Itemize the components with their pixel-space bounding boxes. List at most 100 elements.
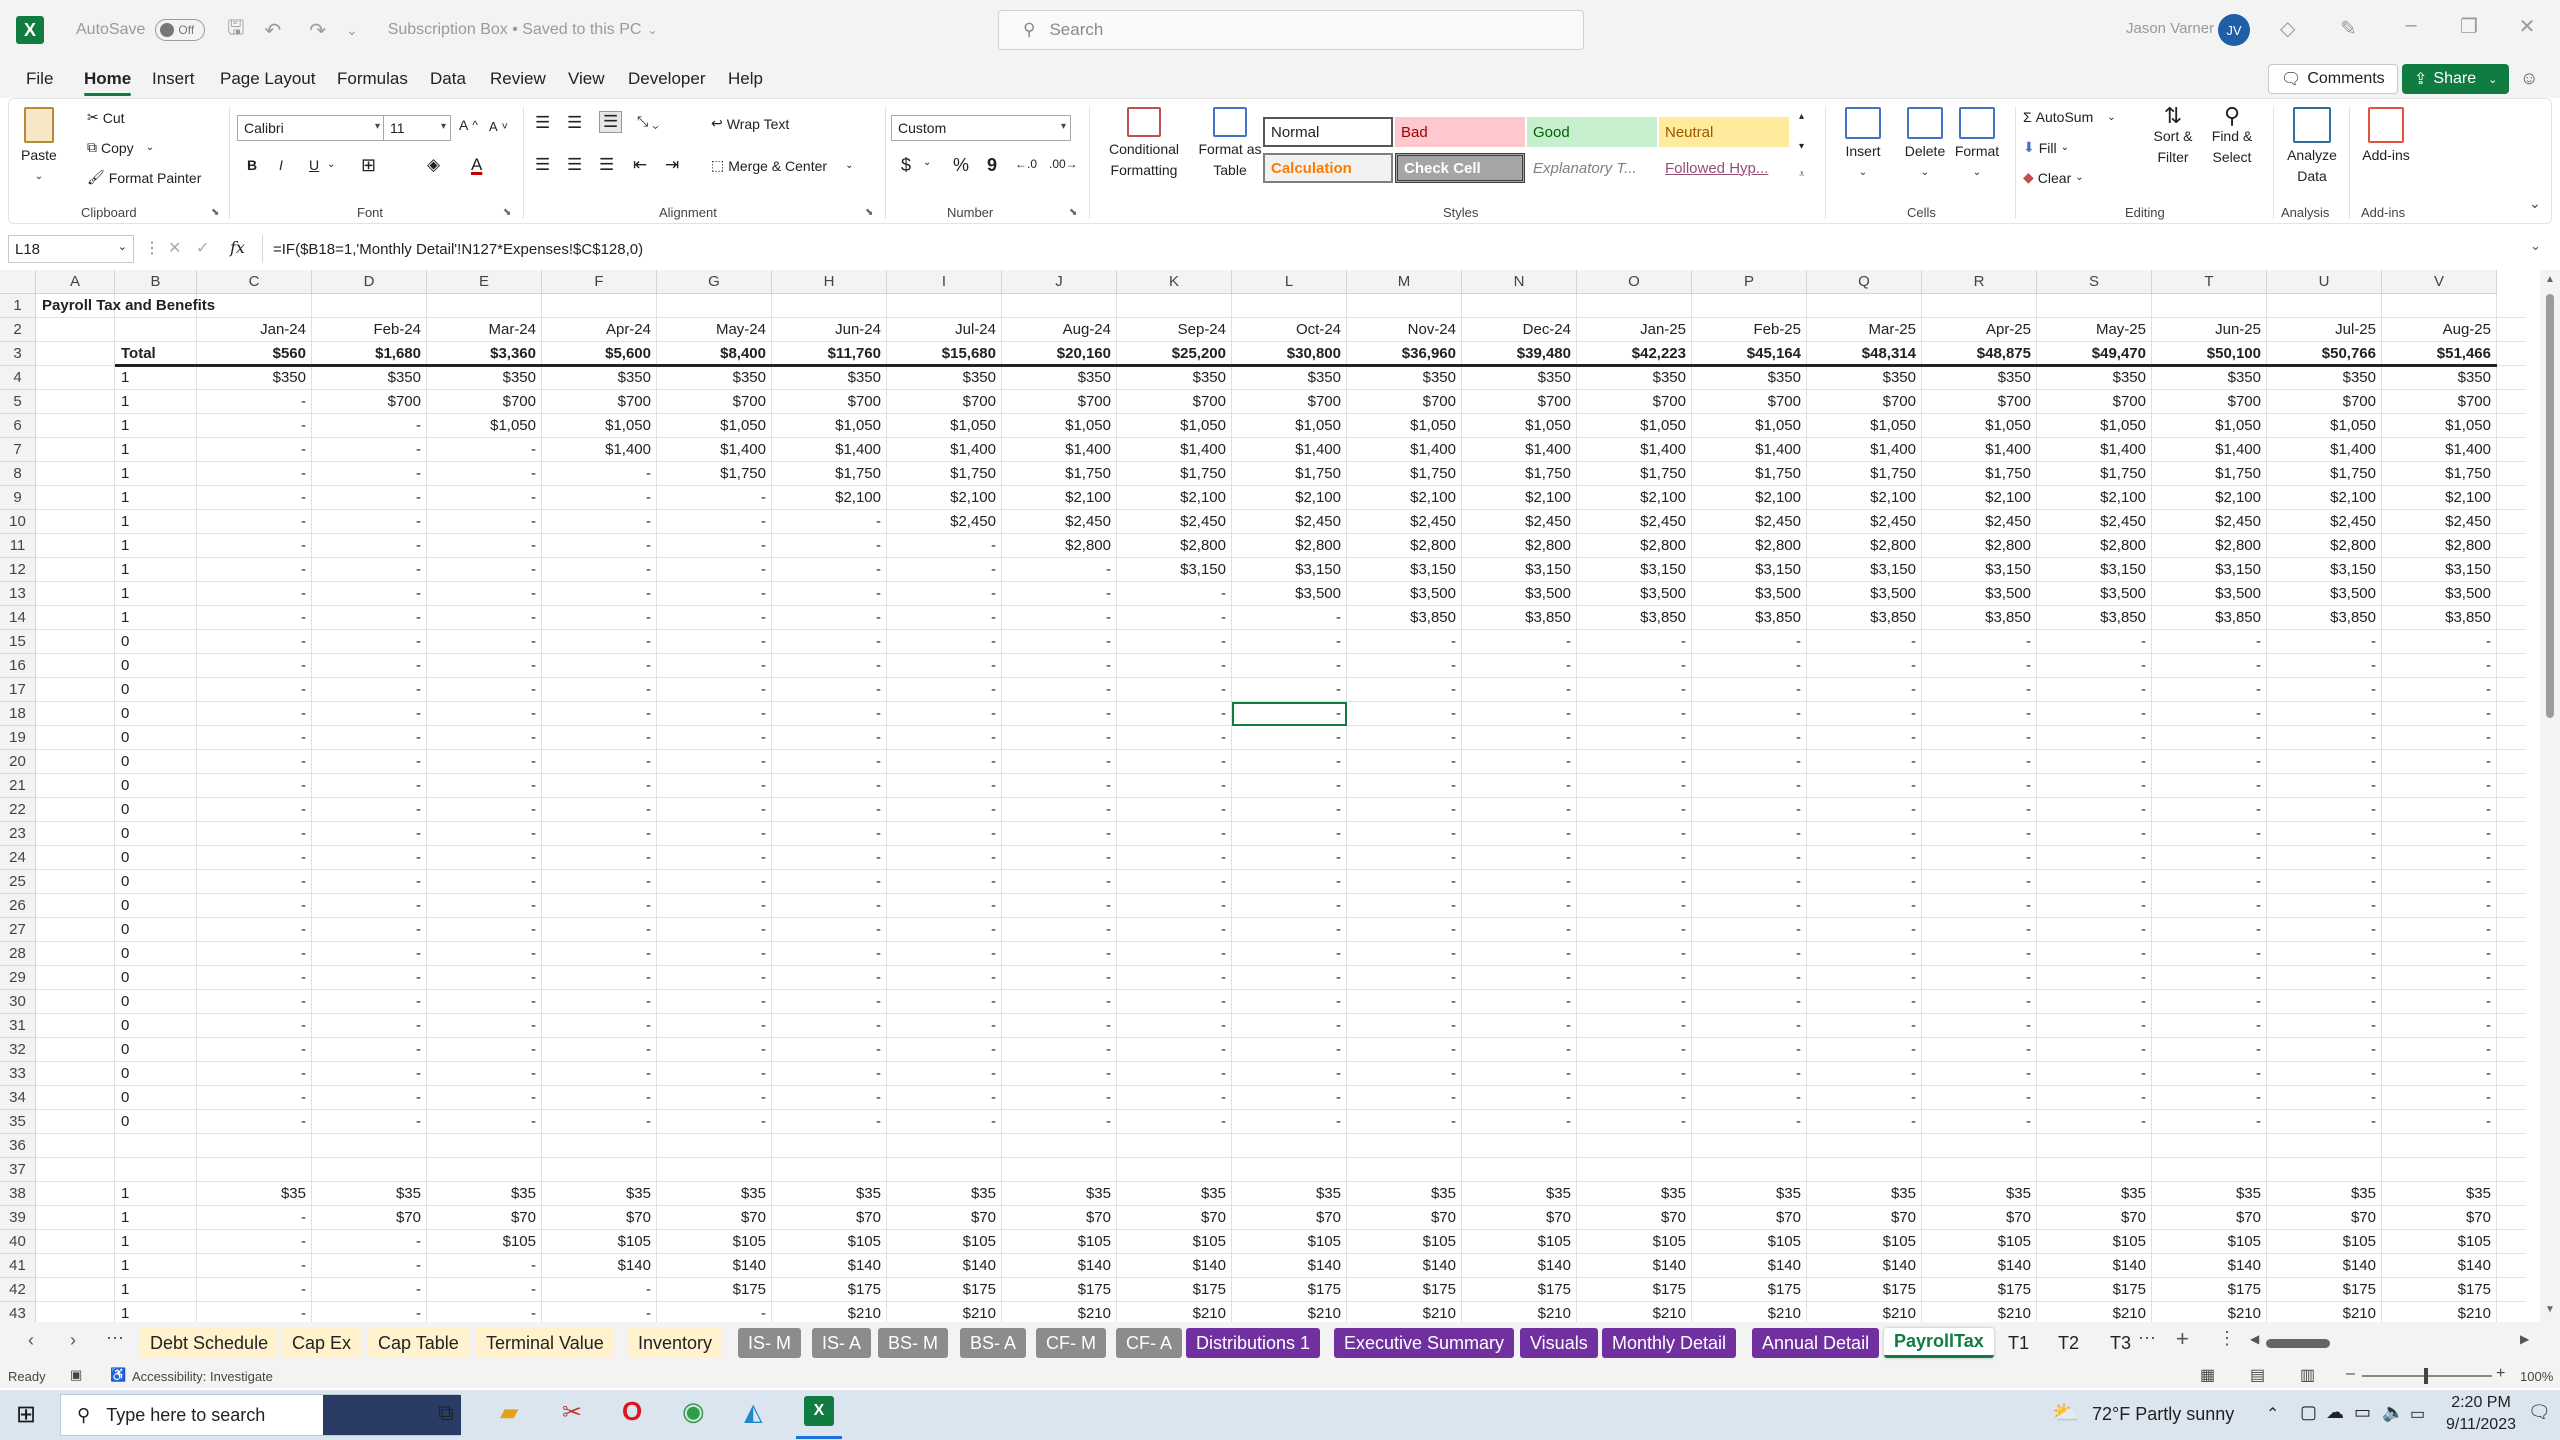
avatar[interactable]: JV <box>2218 14 2250 46</box>
cell-g3[interactable]: $8,400 <box>657 342 772 366</box>
number-format-select[interactable]: Custom ▾ <box>891 115 1071 141</box>
cell-d41[interactable]: - <box>312 1254 427 1278</box>
cell-f20[interactable]: - <box>542 750 657 774</box>
cell-h16[interactable]: - <box>772 654 887 678</box>
cell-h31[interactable]: - <box>772 1014 887 1038</box>
redo-icon[interactable]: ↷ <box>309 18 326 43</box>
cell-d24[interactable]: - <box>312 846 427 870</box>
column-header-b[interactable]: B <box>115 270 197 294</box>
cell-e28[interactable]: - <box>427 942 542 966</box>
cell-o2[interactable]: Jan-25 <box>1577 318 1692 342</box>
cell-g4[interactable]: $350 <box>657 366 772 390</box>
cell-i13[interactable]: - <box>887 582 1002 606</box>
cell-g41[interactable]: $140 <box>657 1254 772 1278</box>
cell-f11[interactable]: - <box>542 534 657 558</box>
cell-f6[interactable]: $1,050 <box>542 414 657 438</box>
cell-u10[interactable]: $2,450 <box>2267 510 2382 534</box>
cell-style-check-cell[interactable]: Check Cell <box>1395 153 1525 183</box>
cell-o6[interactable]: $1,050 <box>1577 414 1692 438</box>
cell-e8[interactable]: - <box>427 462 542 486</box>
cell-l24[interactable]: - <box>1232 846 1347 870</box>
cell-k5[interactable]: $700 <box>1117 390 1232 414</box>
cell-b13[interactable]: 1 <box>115 582 197 606</box>
cell-o27[interactable]: - <box>1577 918 1692 942</box>
cell-f5[interactable]: $700 <box>542 390 657 414</box>
cell-i17[interactable]: - <box>887 678 1002 702</box>
cell-b21[interactable]: 0 <box>115 774 197 798</box>
cell-i30[interactable]: - <box>887 990 1002 1014</box>
cell-m28[interactable]: - <box>1347 942 1462 966</box>
cell-n40[interactable]: $105 <box>1462 1230 1577 1254</box>
cell-f42[interactable]: - <box>542 1278 657 1302</box>
column-header-q[interactable]: Q <box>1807 270 1922 294</box>
chevron-down-icon[interactable]: ⌄ <box>118 240 127 253</box>
cell-r15[interactable]: - <box>1922 630 2037 654</box>
cell-k8[interactable]: $1,750 <box>1117 462 1232 486</box>
row-header[interactable]: 18 <box>0 702 36 726</box>
cell-n25[interactable]: - <box>1462 870 1577 894</box>
cell-r23[interactable]: - <box>1922 822 2037 846</box>
cell-b28[interactable]: 0 <box>115 942 197 966</box>
row-header[interactable]: 32 <box>0 1038 36 1062</box>
cell-q4[interactable]: $350 <box>1807 366 1922 390</box>
cell-k25[interactable]: - <box>1117 870 1232 894</box>
cell-m6[interactable]: $1,050 <box>1347 414 1462 438</box>
cell-c13[interactable]: - <box>197 582 312 606</box>
cell-o17[interactable]: - <box>1577 678 1692 702</box>
cell-q26[interactable]: - <box>1807 894 1922 918</box>
cell-h9[interactable]: $2,100 <box>772 486 887 510</box>
cell-c20[interactable]: - <box>197 750 312 774</box>
cell-h5[interactable]: $700 <box>772 390 887 414</box>
cell-c8[interactable]: - <box>197 462 312 486</box>
cell-i16[interactable]: - <box>887 654 1002 678</box>
cell-p3[interactable]: $45,164 <box>1692 342 1807 366</box>
cell-s40[interactable]: $105 <box>2037 1230 2152 1254</box>
undo-icon[interactable]: ↶ <box>264 18 281 43</box>
cell-q35[interactable]: - <box>1807 1110 1922 1134</box>
cell-d12[interactable]: - <box>312 558 427 582</box>
cell-j26[interactable]: - <box>1002 894 1117 918</box>
cell-v15[interactable]: - <box>2382 630 2497 654</box>
dialog-launcher-icon[interactable]: ⬊ <box>503 207 511 218</box>
row-header[interactable]: 40 <box>0 1230 36 1254</box>
cell-l33[interactable]: - <box>1232 1062 1347 1086</box>
cell-h25[interactable]: - <box>772 870 887 894</box>
cell-e3[interactable]: $3,360 <box>427 342 542 366</box>
gallery-down-icon[interactable]: ▾ <box>1799 141 1804 152</box>
cell-m16[interactable]: - <box>1347 654 1462 678</box>
cell-f21[interactable]: - <box>542 774 657 798</box>
cell-u8[interactable]: $1,750 <box>2267 462 2382 486</box>
cell-p27[interactable]: - <box>1692 918 1807 942</box>
cell-e4[interactable]: $350 <box>427 366 542 390</box>
cell-v16[interactable]: - <box>2382 654 2497 678</box>
cell-n6[interactable]: $1,050 <box>1462 414 1577 438</box>
cell-i21[interactable]: - <box>887 774 1002 798</box>
cell-g17[interactable]: - <box>657 678 772 702</box>
cell-c41[interactable]: - <box>197 1254 312 1278</box>
cell-v39[interactable]: $70 <box>2382 1206 2497 1230</box>
share-button[interactable]: ⇪ Share ⌄ <box>2402 64 2510 94</box>
cell-r32[interactable]: - <box>1922 1038 2037 1062</box>
column-header-e[interactable]: E <box>427 270 542 294</box>
cell-v13[interactable]: $3,500 <box>2382 582 2497 606</box>
italic-button[interactable]: I <box>279 157 283 173</box>
cell-n21[interactable]: - <box>1462 774 1577 798</box>
app-icon[interactable]: ◭ <box>744 1398 762 1427</box>
addins-button[interactable]: Add-ins <box>2355 107 2417 164</box>
tab-insert[interactable]: Insert <box>152 69 195 89</box>
cell-q27[interactable]: - <box>1807 918 1922 942</box>
tab-review[interactable]: Review <box>490 69 546 89</box>
cell-u23[interactable]: - <box>2267 822 2382 846</box>
cell-q21[interactable]: - <box>1807 774 1922 798</box>
cell-g33[interactable]: - <box>657 1062 772 1086</box>
zoom-level[interactable]: 100% <box>2520 1369 2553 1384</box>
cell-o43[interactable]: $210 <box>1577 1302 1692 1322</box>
cell-t16[interactable]: - <box>2152 654 2267 678</box>
cell-r19[interactable]: - <box>1922 726 2037 750</box>
cell-c24[interactable]: - <box>197 846 312 870</box>
cell-o15[interactable]: - <box>1577 630 1692 654</box>
cell-d17[interactable]: - <box>312 678 427 702</box>
cell-e11[interactable]: - <box>427 534 542 558</box>
cell-h12[interactable]: - <box>772 558 887 582</box>
gallery-up-icon[interactable]: ▴ <box>1799 111 1804 122</box>
